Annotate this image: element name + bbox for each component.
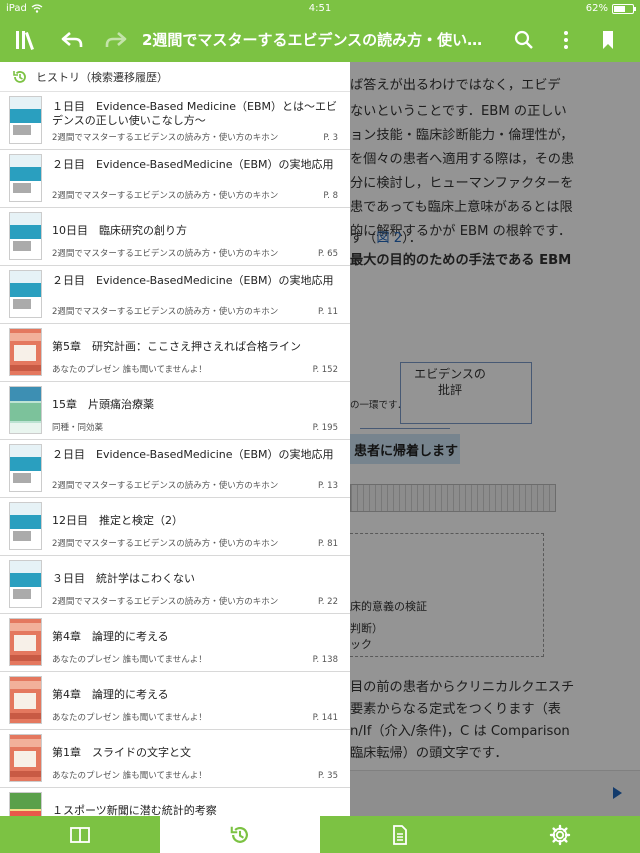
history-item-book: 2週間でマスターするエビデンスの読み方・使い方のキホン [52,191,279,201]
book-cover-thumbnail [9,560,42,608]
history-item-book: 2週間でマスターするエビデンスの読み方・使い方のキホン [52,249,279,259]
history-item-page: P. 195 [312,423,338,433]
book-cover-thumbnail [9,386,42,434]
more-vertical-icon [564,31,568,49]
gear-icon [549,824,571,845]
bookmark-button[interactable] [590,22,626,58]
back-arrow-icon [61,32,83,47]
back-button[interactable] [54,22,90,58]
book-title: 2週間でマスターするエビデンスの読み方・使い方のキ... [142,31,494,49]
history-item-title: ２日目 Evidence-BasedMedicine（EBM）の実地応用 [52,158,334,171]
battery-percent: 62% [585,3,608,14]
history-item[interactable]: １スポーツ新聞に潜む統計的考察 [0,788,350,816]
history-item[interactable]: 第4章 論理的に考えるあなたのプレゼン 誰も聞いてませんよ！ P. 138 [0,614,350,672]
battery-icon [612,3,636,14]
library-button[interactable] [8,22,44,58]
forward-button[interactable] [98,22,134,58]
tab-history[interactable] [160,816,320,853]
history-item-book: あなたのプレゼン 誰も聞いてませんよ！ [52,771,207,781]
history-item-page: P. 65 [317,249,338,259]
history-header: ヒストリ（検索遷移履歴） [0,62,350,92]
history-item-page: P. 22 [317,597,338,607]
forward-arrow-icon [105,32,127,47]
book-cover-thumbnail [9,96,42,144]
history-item-title: ３日目 統計学はこわくない [52,572,195,585]
tab-settings[interactable] [480,816,640,853]
document-icon [393,824,407,845]
history-drawer: ヒストリ（検索遷移履歴） １日目 Evidence-Based Medicine… [0,62,350,816]
history-item-book: 2週間でマスターするエビデンスの読み方・使い方のキホン [52,307,279,317]
history-item-title: １スポーツ新聞に潜む統計的考察 [52,804,217,816]
history-item-book: 2週間でマスターするエビデンスの読み方・使い方のキホン [52,133,279,143]
history-item[interactable]: 第5章 研究計画：ここさえ押さえれば合格ライン あなたのプレゼン 誰も聞いてません… [0,324,350,382]
history-item-page: P. 81 [317,539,338,549]
history-item-title: 第5章 研究計画：ここさえ押さえれば合格ライン [52,340,301,353]
history-item[interactable]: 10日目 臨床研究の創り方 2週間でマスターするエビデンスの読み方・使い方のキホン… [0,208,350,266]
history-item[interactable]: 15章 片頭痛治療薬 同種・同効薬 P. 195 [0,382,350,440]
history-item-book: あなたのプレゼン 誰も聞いてませんよ！ [52,655,207,665]
history-item-book: 同種・同効薬 [52,423,104,433]
history-item-title: １日目 Evidence-Based Medicine（EBM）とは〜エビデンス… [52,100,338,127]
top-bar: iPad 4:51 62% 2週間でマスターするエビデンスの読み方・使い方のキ.… [0,0,640,62]
battery-level [614,5,626,12]
history-item[interactable]: １日目 Evidence-Based Medicine（EBM）とは〜エビデンス… [0,92,350,150]
book-cover-thumbnail [9,734,42,782]
history-icon [13,70,26,83]
search-icon [514,30,533,49]
history-item[interactable]: ２日目 Evidence-BasedMedicine（EBM）の実地応用 2週間で… [0,440,350,498]
history-item-book: 2週間でマスターするエビデンスの読み方・使い方のキホン [52,597,279,607]
history-item-book: あなたのプレゼン 誰も聞いてませんよ！ [52,365,207,375]
bottom-tab-bar [0,816,640,853]
history-item-page: P. 35 [317,771,338,781]
history-item-page: P. 152 [312,365,338,375]
book-cover-thumbnail [9,328,42,376]
history-item-title: 10日目 臨床研究の創り方 [52,224,187,237]
tab-book[interactable] [0,816,160,853]
search-button[interactable] [506,22,542,58]
history-item[interactable]: ２日目 Evidence-BasedMedicine（EBM）の実地応用 2週間で… [0,150,350,208]
history-item-title: ２日目 Evidence-BasedMedicine（EBM）の実地応用 [52,274,334,287]
history-icon [230,826,248,843]
more-button[interactable] [548,22,584,58]
status-time: 4:51 [308,3,332,14]
library-icon [16,31,34,50]
history-item-title: ２日目 Evidence-BasedMedicine（EBM）の実地応用 [52,448,334,461]
book-open-icon [70,826,90,843]
book-cover-thumbnail [9,212,42,260]
history-item-book: 2週間でマスターするエビデンスの読み方・使い方のキホン [52,539,279,549]
history-title: ヒストリ（検索遷移履歴） [36,70,168,84]
bookmark-icon [603,31,613,49]
book-cover-thumbnail [9,792,42,816]
history-item-book: 2週間でマスターするエビデンスの読み方・使い方のキホン [52,481,279,491]
history-item[interactable]: 第1章 スライドの文字と文あなたのプレゼン 誰も聞いてませんよ！ P. 35 [0,730,350,788]
history-item-page: P. 3 [323,133,338,143]
history-item[interactable]: ３日目 統計学はこわくない 2週間でマスターするエビデンスの読み方・使い方のキホン… [0,556,350,614]
book-cover-thumbnail [9,154,42,202]
history-item-title: 第1章 スライドの文字と文 [52,746,191,759]
history-item-page: P. 11 [317,307,338,317]
nav-bar: 2週間でマスターするエビデンスの読み方・使い方のキ... [0,18,640,62]
history-item-page: P. 138 [312,655,338,665]
history-item-page: P. 141 [312,713,338,723]
history-item-page: P. 13 [317,481,338,491]
history-item-book: あなたのプレゼン 誰も聞いてませんよ！ [52,713,207,723]
history-item[interactable]: ２日目 Evidence-BasedMedicine（EBM）の実地応用 2週間で… [0,266,350,324]
history-item-title: 12日目 推定と検定（2） [52,514,183,527]
book-cover-thumbnail [9,270,42,318]
status-bar: iPad 4:51 62% [0,0,640,18]
history-item-title: 第4章 論理的に考える [52,630,169,643]
book-cover-thumbnail [9,444,42,492]
book-cover-thumbnail [9,676,42,724]
history-item[interactable]: 12日目 推定と検定（2） 2週間でマスターするエビデンスの読み方・使い方のキホン… [0,498,350,556]
history-item-title: 第4章 論理的に考える [52,688,169,701]
history-list: １日目 Evidence-Based Medicine（EBM）とは〜エビデンス… [0,92,350,816]
book-cover-thumbnail [9,502,42,550]
book-cover-thumbnail [9,618,42,666]
history-item-page: P. 8 [323,191,338,201]
history-item[interactable]: 第4章 論理的に考えるあなたのプレゼン 誰も聞いてませんよ！ P. 141 [0,672,350,730]
tab-contents[interactable] [320,816,480,853]
history-item-title: 15章 片頭痛治療薬 [52,398,154,411]
